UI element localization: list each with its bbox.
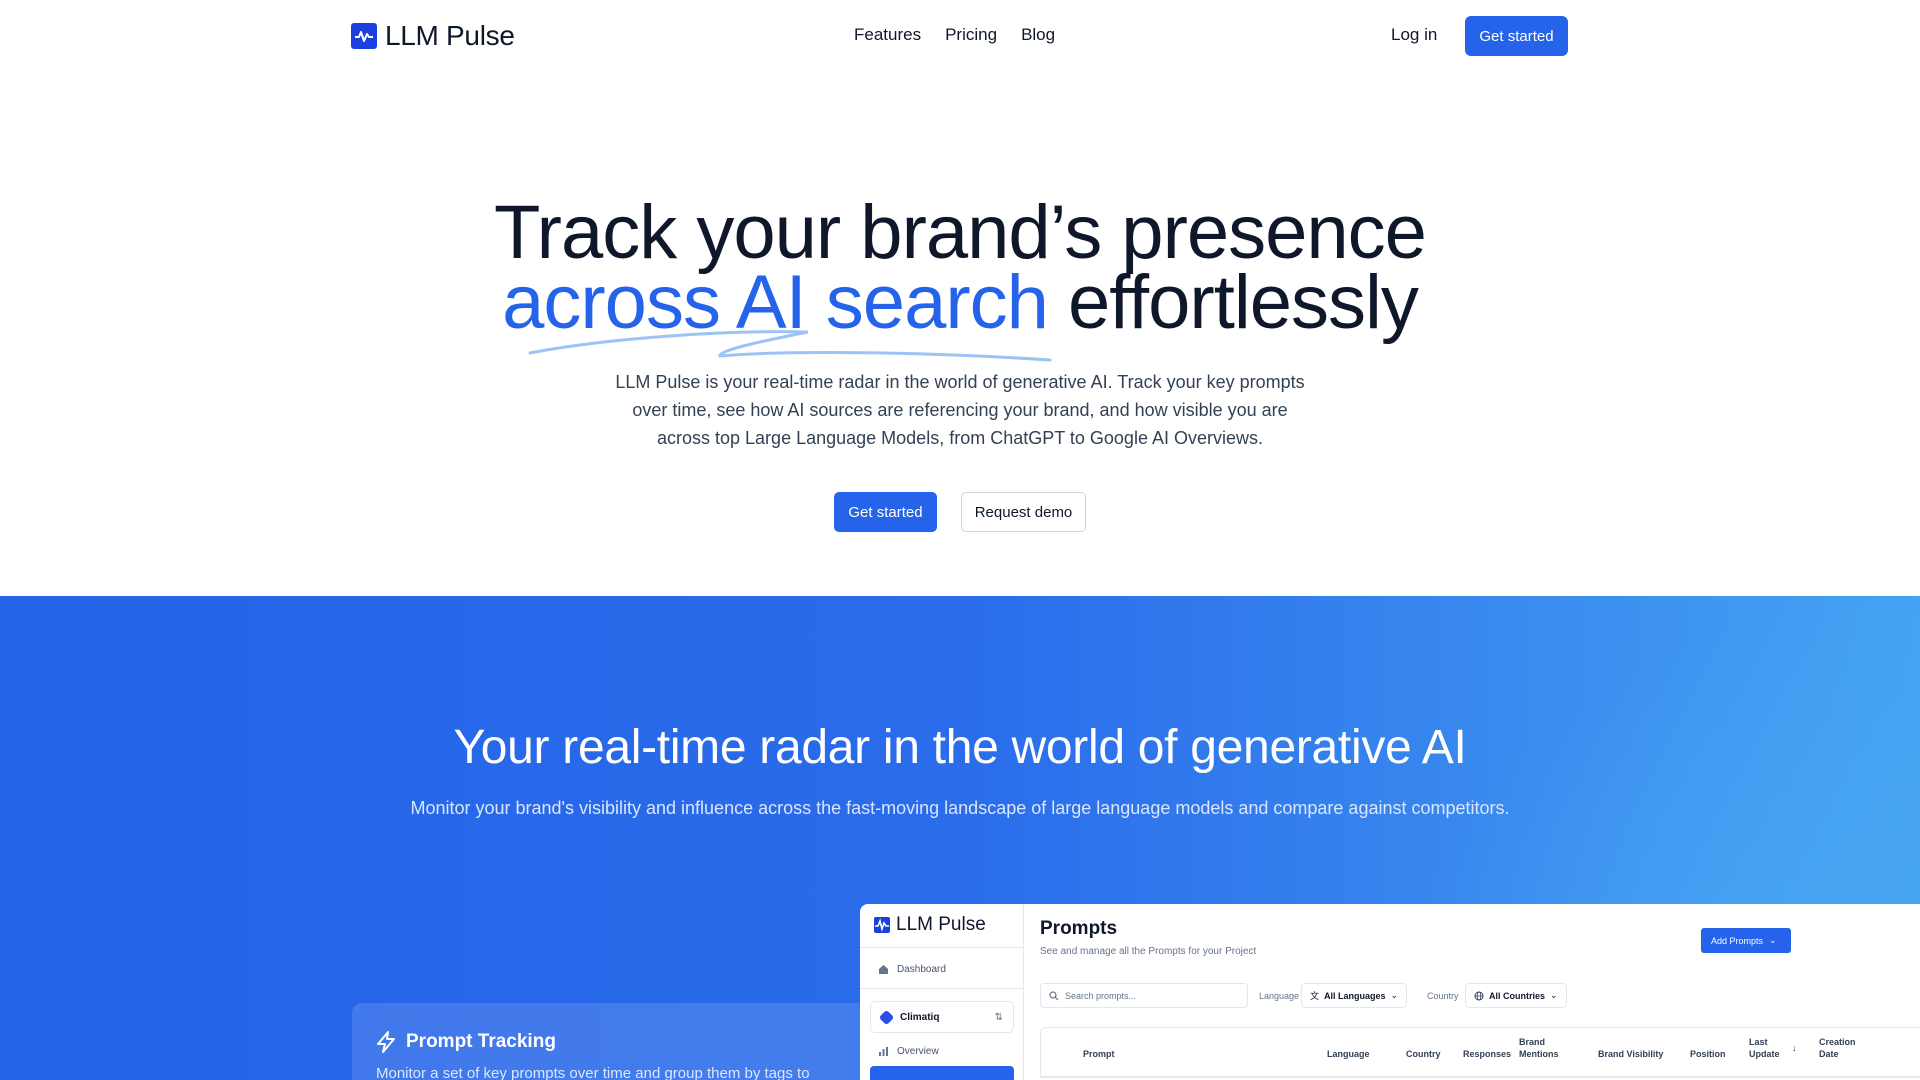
app-brand-logo: LLM Pulse [874, 914, 986, 936]
search-placeholder: Search prompts... [1065, 990, 1137, 1001]
top-nav: LLM Pulse Features Pricing Blog Log in G… [0, 0, 1920, 72]
section-title: Your real-time radar in the world of gen… [453, 721, 1467, 774]
switch-icon: ⇅ [994, 1011, 1003, 1023]
hero-title-rest: effortlessly [1047, 260, 1419, 345]
nav-links: Features Pricing Blog [854, 25, 1055, 45]
nav-link-features[interactable]: Features [854, 25, 921, 45]
column-country[interactable]: Country [1406, 1048, 1441, 1060]
sidebar-item-dashboard[interactable]: Dashboard [878, 964, 946, 975]
chevron-down-icon: ⌄ [1769, 935, 1777, 945]
sidebar-item-prompts-active[interactable] [870, 1066, 1014, 1080]
feature-title: Prompt Tracking [376, 1031, 556, 1053]
language-select[interactable]: 文 All Languages ⌄ [1301, 983, 1408, 1008]
login-link[interactable]: Log in [1391, 25, 1437, 45]
column-language[interactable]: Language [1327, 1048, 1370, 1060]
page-subtitle: See and manage all the Prompts for your … [1040, 946, 1257, 957]
column-creation-date[interactable]: Creation Date [1819, 1036, 1856, 1060]
column-prompt[interactable]: Prompt [1083, 1048, 1115, 1060]
project-name: Climatiq [900, 1011, 940, 1023]
search-icon [1049, 990, 1059, 1000]
sidebar-divider [860, 988, 1024, 989]
squiggle-underline-decoration [528, 330, 1052, 362]
hero-subtitle: LLM Pulse is your real-time radar in the… [615, 372, 1305, 448]
globe-icon [1474, 991, 1484, 1000]
brand-logo[interactable]: LLM Pulse [351, 20, 515, 52]
feature-description: Monitor a set of key prompts over time a… [376, 1065, 810, 1080]
project-selector[interactable]: Climatiq ⇅ [870, 1001, 1014, 1033]
app-brand-name: LLM Pulse [896, 914, 986, 935]
brand-name: LLM Pulse [385, 20, 515, 51]
chevron-down-icon: ⌄ [1390, 990, 1399, 1000]
hero-title: Track your brand’s presence across AI se… [0, 195, 1920, 341]
sort-down-icon[interactable]: ↓ [1792, 1042, 1797, 1054]
page-title: Prompts [1040, 918, 1118, 939]
sidebar-item-overview[interactable]: Overview [878, 1046, 939, 1057]
app-preview: LLM Pulse Dashboard Climatiq ⇅ Overview … [860, 904, 1920, 1080]
app-sidebar: LLM Pulse Dashboard Climatiq ⇅ Overview [860, 904, 1024, 1080]
country-select[interactable]: All Countries ⌄ [1465, 983, 1567, 1008]
language-label: Language [1259, 991, 1300, 1001]
home-icon [879, 965, 888, 974]
translate-icon: 文 [1310, 991, 1320, 1001]
bar-chart-icon [879, 1047, 888, 1056]
language-value: All Languages [1324, 990, 1386, 1001]
search-input[interactable]: Search prompts... [1040, 983, 1248, 1008]
app-main: Prompts See and manage all the Prompts f… [1040, 904, 1920, 1080]
nav-link-blog[interactable]: Blog [1021, 25, 1055, 45]
column-position[interactable]: Position [1690, 1048, 1726, 1060]
lightning-icon [377, 1031, 395, 1053]
pulse-icon [874, 917, 890, 933]
nav-get-started-button[interactable]: Get started [1465, 16, 1568, 56]
chevron-down-icon: ⌄ [1550, 990, 1558, 1000]
request-demo-button[interactable]: Request demo [961, 492, 1086, 532]
add-prompts-button[interactable]: Add Prompts ⌄ [1701, 928, 1791, 953]
prompts-table-header: Prompt Language Country Responses Brand M… [1040, 1027, 1920, 1077]
column-responses[interactable]: Responses [1463, 1048, 1511, 1060]
sidebar-item-label: Overview [897, 1046, 939, 1057]
feature-title-text: Prompt Tracking [406, 1031, 556, 1052]
add-prompts-label: Add Prompts [1711, 935, 1764, 946]
column-brand-visibility[interactable]: Brand Visibility [1598, 1048, 1663, 1060]
table-divider [1040, 1077, 1920, 1078]
pulse-icon [351, 23, 377, 49]
column-last-update[interactable]: Last Update [1749, 1036, 1780, 1060]
nav-link-pricing[interactable]: Pricing [945, 25, 997, 45]
hero-get-started-button[interactable]: Get started [834, 492, 937, 532]
country-label: Country [1427, 991, 1459, 1001]
features-section: Your real-time radar in the world of gen… [0, 596, 1920, 1080]
sidebar-item-label: Dashboard [897, 964, 946, 975]
feature-card-prompt-tracking[interactable]: Prompt Tracking Monitor a set of key pro… [352, 1003, 872, 1080]
sidebar-divider [860, 947, 1024, 948]
section-subtitle: Monitor your brand's visibility and infl… [410, 798, 1510, 818]
country-value: All Countries [1489, 990, 1546, 1001]
project-icon [878, 1009, 895, 1025]
column-brand-mentions[interactable]: Brand Mentions [1519, 1036, 1559, 1060]
